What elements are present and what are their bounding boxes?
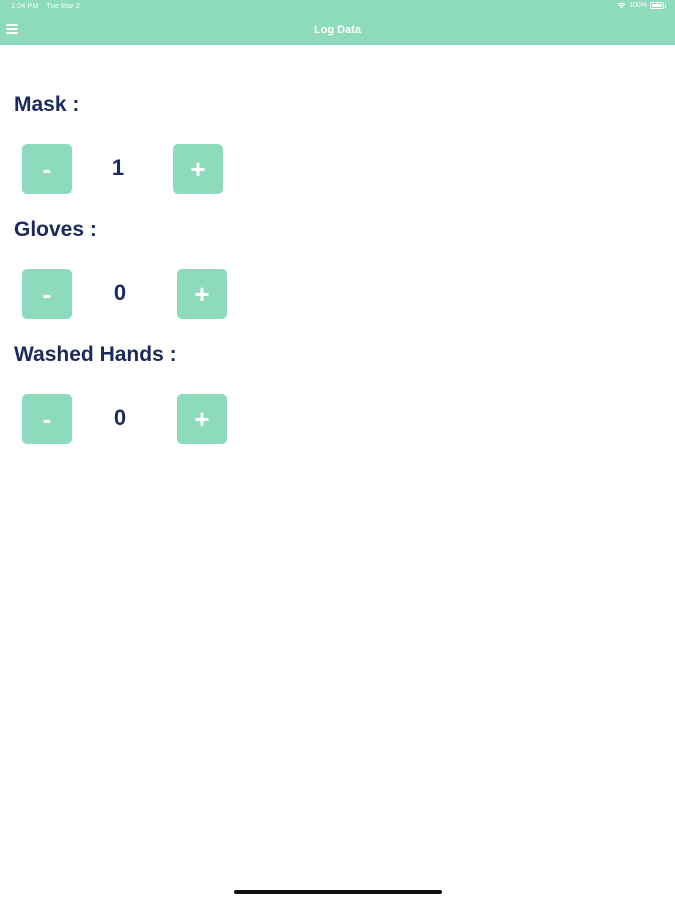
washed-hands-label: Washed Hands : [14,343,177,366]
plus-icon: + [194,403,210,434]
mask-increment-button[interactable]: + [173,144,223,194]
battery-percent: 100% [629,2,647,9]
minus-icon: - [42,153,52,184]
mask-label: Mask : [14,93,80,116]
home-indicator[interactable] [234,890,442,894]
plus-icon: + [190,153,206,184]
status-date: Tue Mar 2 [46,3,80,10]
gloves-increment-button[interactable]: + [177,269,227,319]
gloves-label: Gloves : [14,218,97,241]
plus-icon: + [194,278,210,309]
gloves-decrement-button[interactable]: - [22,269,72,319]
mask-count: 1 [111,155,125,180]
status-bar-right: 100% [617,2,666,9]
minus-icon: - [42,278,52,309]
status-bar-left: 1:04 PM Tue Mar 2 [11,3,86,10]
header-bar: 1:04 PM Tue Mar 2 100% Log Data [0,0,675,45]
status-time: 1:04 PM [11,3,39,10]
page-title: Log Data [313,24,362,36]
battery-icon [650,2,666,9]
wifi-icon [617,2,626,9]
gloves-count: 0 [113,280,127,305]
washed-hands-decrement-button[interactable]: - [22,394,72,444]
washed-hands-count: 0 [113,405,127,430]
minus-icon: - [42,403,52,434]
washed-hands-increment-button[interactable]: + [177,394,227,444]
log-data-screen: 1:04 PM Tue Mar 2 100% Log Data Mask : -… [0,0,675,900]
mask-decrement-button[interactable]: - [22,144,72,194]
